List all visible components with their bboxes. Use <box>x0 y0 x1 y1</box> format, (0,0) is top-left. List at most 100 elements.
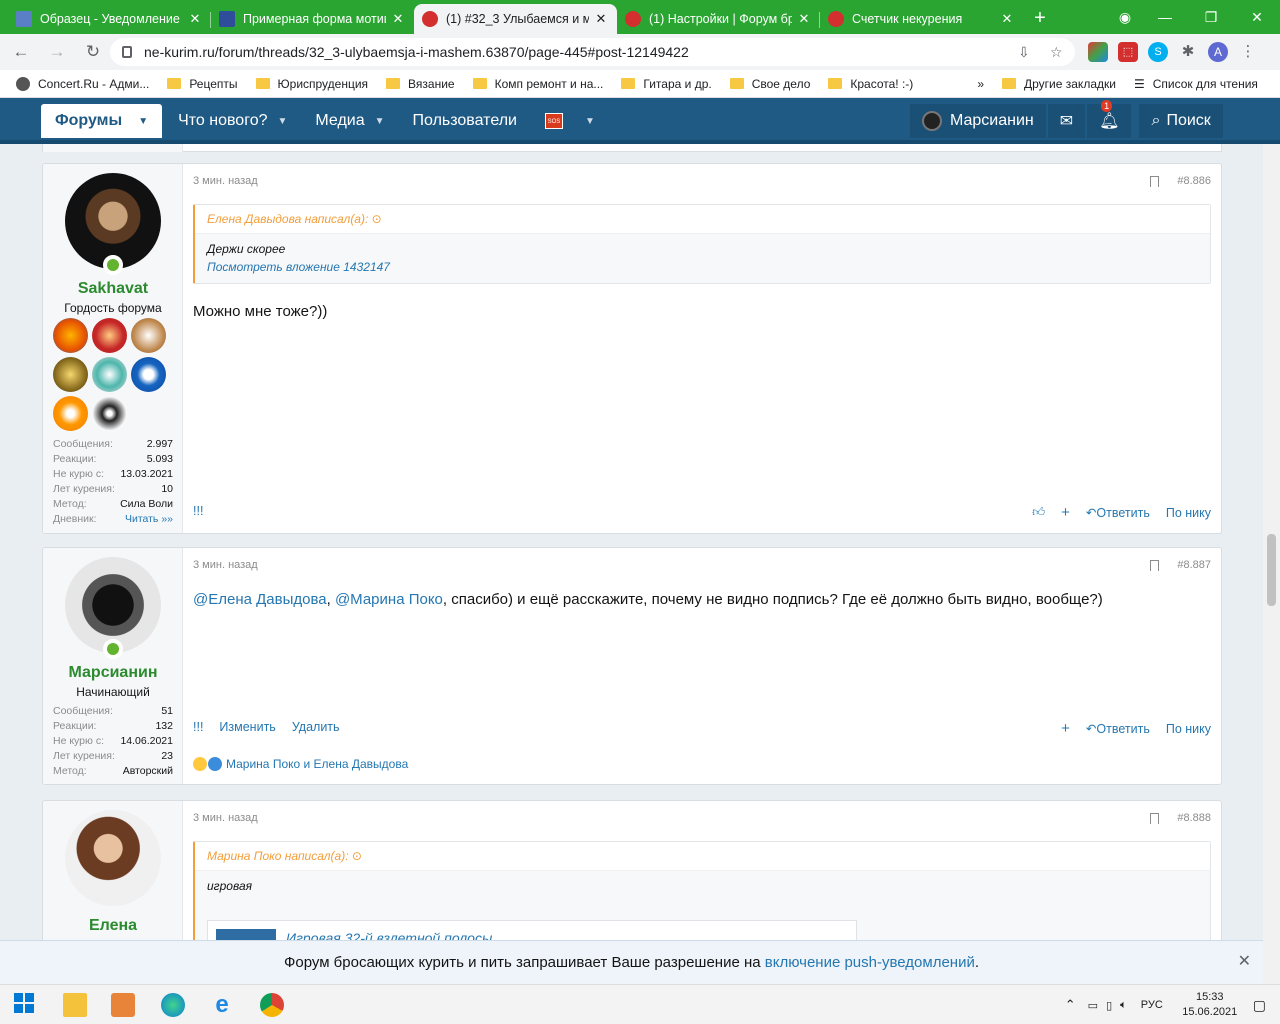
new-tab-button[interactable]: + <box>1023 4 1057 34</box>
trophy-icon[interactable] <box>131 318 166 353</box>
trophy-icon[interactable] <box>92 318 127 353</box>
bookmark-folder[interactable]: Юриспруденция <box>255 77 368 91</box>
chevron-down-icon[interactable]: ▼ <box>375 116 385 127</box>
back-icon[interactable]: ← <box>6 42 36 62</box>
close-icon[interactable]: ✕ <box>593 11 609 27</box>
windows-start-icon[interactable] <box>14 993 38 1017</box>
volume-icon[interactable]: 🔈︎ <box>1120 999 1127 1012</box>
page-scrollbar[interactable] <box>1263 144 1280 984</box>
bookmark-folder[interactable]: Комп ремонт и на... <box>472 77 603 91</box>
close-icon[interactable]: ✕ <box>1238 951 1251 971</box>
nav-alerts[interactable]: 🔔︎ 1 <box>1087 100 1132 138</box>
bookmark-folder[interactable]: Гитара и др. <box>621 77 712 91</box>
profile-avatar[interactable]: A <box>1208 42 1228 62</box>
tab-4[interactable]: Счетчик некурения ✕ <box>820 4 1023 34</box>
trophy-icon[interactable] <box>131 357 166 392</box>
username[interactable]: Марсианин <box>43 664 183 682</box>
enable-push-link[interactable]: включение push-уведомлений <box>765 954 975 971</box>
url-bar[interactable]: ne-kurim.ru/forum/threads/32_3-ulybaemsj… <box>110 38 1075 66</box>
chevron-down-icon[interactable]: ▼ <box>585 116 595 127</box>
star-icon[interactable]: ☆ <box>1050 44 1063 61</box>
reading-list[interactable]: ☰ Список для чтения <box>1134 77 1258 91</box>
media-player-icon[interactable] <box>111 993 135 1017</box>
delete-button[interactable]: Удалить <box>292 720 340 734</box>
trophy-icon[interactable] <box>92 357 127 392</box>
bookmark-icon[interactable] <box>1150 559 1160 571</box>
by-nick-button[interactable]: По нику <box>1166 506 1211 520</box>
action-exclaim[interactable]: !!! <box>193 504 203 518</box>
nav-media[interactable]: Медиа ▼ <box>301 104 398 138</box>
minimize-icon[interactable]: — <box>1142 9 1188 25</box>
nav-account[interactable]: Марсианин <box>910 104 1046 138</box>
bookmark-folder[interactable]: Рецепты <box>167 77 238 91</box>
tab-search-icon[interactable]: ◉ <box>1108 9 1142 26</box>
trophy-icon[interactable] <box>53 357 88 392</box>
scrollbar-thumb[interactable] <box>1267 534 1276 606</box>
language-indicator[interactable]: РУС <box>1141 999 1163 1011</box>
nav-sos[interactable]: SOS ▼ <box>531 104 609 138</box>
nav-forums[interactable]: Форумы ▼ <box>41 104 163 138</box>
post-time[interactable]: 3 мин. назад <box>193 812 258 824</box>
diary-link[interactable]: Читать »» <box>125 513 173 525</box>
battery-icon[interactable]: ▯ <box>1106 999 1112 1012</box>
bookmark-icon[interactable] <box>1150 175 1160 187</box>
tab-0[interactable]: Образец - Уведомление ✕ <box>8 4 211 34</box>
username[interactable]: Елена <box>43 917 183 935</box>
trophy-icon[interactable] <box>53 318 88 353</box>
close-icon[interactable]: ✕ <box>999 11 1015 27</box>
quote-header[interactable]: Марина Поко написал(а): ⊙ <box>195 842 1210 871</box>
by-nick-button[interactable]: По нику <box>1166 722 1211 736</box>
mention-link[interactable]: @Марина Поко <box>335 591 443 608</box>
post-time[interactable]: 3 мин. назад <box>193 175 258 187</box>
arrow-up-circle-icon[interactable]: ⊙ <box>372 212 382 226</box>
chevron-down-icon[interactable]: ▼ <box>138 116 148 127</box>
network-icon[interactable]: ▭ <box>1088 999 1098 1012</box>
internet-explorer-icon[interactable]: e <box>210 993 234 1017</box>
skype-icon[interactable]: S <box>1148 42 1168 62</box>
edit-button[interactable]: Изменить <box>219 720 275 734</box>
bookmark-folder[interactable]: Красота! :-) <box>828 77 913 91</box>
tab-3[interactable]: (1) Настройки | Форум бр ✕ <box>617 4 820 34</box>
chevron-down-icon[interactable]: ▼ <box>277 116 287 127</box>
bookmarks-overflow[interactable]: » <box>977 77 984 91</box>
close-window-icon[interactable]: ✕ <box>1234 9 1280 26</box>
post-number[interactable]: #8.887 <box>1177 559 1211 571</box>
action-exclaim[interactable]: !!! <box>193 720 203 734</box>
like-icon[interactable]: 👍︎ <box>1032 505 1045 520</box>
install-icon[interactable]: ⇩ <box>1018 44 1030 61</box>
extension-icon[interactable] <box>1088 42 1108 62</box>
nav-search[interactable]: ⌕ Поиск <box>1139 104 1223 138</box>
bookmark-folder[interactable]: Вязание <box>386 77 455 91</box>
reply-button[interactable]: ↶Ответить <box>1086 721 1150 736</box>
avatar[interactable] <box>65 810 161 906</box>
arrow-up-circle-icon[interactable]: ⊙ <box>352 849 362 863</box>
clock[interactable]: 15:33 15.06.2021 <box>1175 990 1245 1020</box>
plus-button[interactable]: + <box>1061 720 1070 737</box>
bookmark-concert[interactable]: Concert.Ru - Адми... <box>16 76 149 91</box>
tab-1[interactable]: Примерная форма мотив ✕ <box>211 4 414 34</box>
lock-icon[interactable] <box>122 46 132 58</box>
nav-inbox[interactable]: ✉ <box>1047 104 1086 138</box>
reply-button[interactable]: ↶Ответить <box>1086 505 1150 520</box>
quote-header[interactable]: Елена Давыдова написал(а): ⊙ <box>195 205 1210 234</box>
bookmark-folder[interactable]: Свое дело <box>729 77 810 91</box>
close-icon[interactable]: ✕ <box>390 11 406 27</box>
post-number[interactable]: #8.888 <box>1177 812 1211 824</box>
puzzle-icon[interactable]: ✱ <box>1178 42 1198 62</box>
post-time[interactable]: 3 мин. назад <box>193 559 258 571</box>
reload-icon[interactable]: ↻ <box>78 42 108 62</box>
other-bookmarks[interactable]: Другие закладки <box>1002 77 1116 91</box>
menu-icon[interactable]: ⋮ <box>1238 42 1258 62</box>
chevron-up-icon[interactable]: ⌃ <box>1065 997 1076 1013</box>
edge-icon[interactable] <box>161 993 185 1017</box>
restore-icon[interactable]: ❐ <box>1188 9 1234 26</box>
username[interactable]: Sakhavat <box>43 280 183 298</box>
pdf-icon[interactable]: ⬚ <box>1118 42 1138 62</box>
bookmark-icon[interactable] <box>1150 812 1160 824</box>
forward-icon[interactable]: → <box>42 42 72 62</box>
plus-button[interactable]: + <box>1061 504 1070 521</box>
notification-center-icon[interactable]: ▢ <box>1253 997 1266 1014</box>
mention-link[interactable]: @Елена Давыдова <box>193 591 327 608</box>
file-explorer-icon[interactable] <box>63 993 87 1017</box>
post-number[interactable]: #8.886 <box>1177 175 1211 187</box>
